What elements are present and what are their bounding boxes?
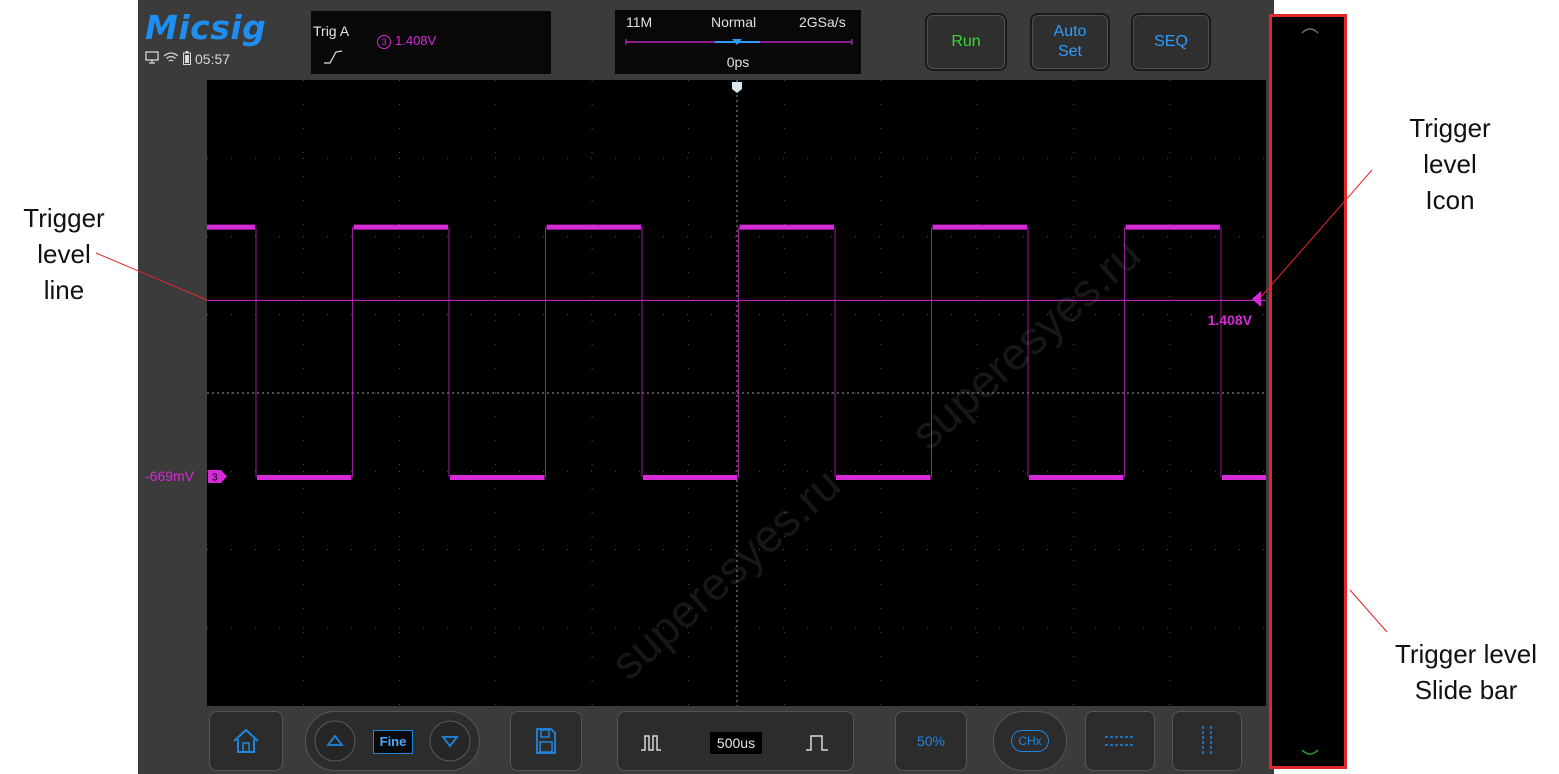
vertical-cursor-button[interactable] — [1172, 711, 1242, 771]
annotation-text: level — [1423, 149, 1477, 179]
trigger-level-slide-bar[interactable] — [1269, 14, 1347, 769]
home-button[interactable] — [209, 711, 283, 771]
trigger-50-percent-button[interactable]: 50% — [895, 711, 967, 771]
trigger-info-panel[interactable]: Trig A 3 1.408V — [311, 11, 551, 74]
channel-select-button[interactable]: CHx — [993, 711, 1067, 771]
annotation-text: Slide bar — [1414, 675, 1518, 705]
timebase-value: 500us — [710, 732, 762, 754]
brand-logo: Micsig — [145, 8, 267, 47]
clock: 05:57 — [195, 51, 231, 67]
auto-set-label-line1: Auto — [1053, 23, 1087, 40]
waveform-display[interactable]: 1.408V — [207, 80, 1266, 706]
save-button[interactable] — [510, 711, 582, 771]
save-icon — [536, 728, 556, 754]
sample-rate: 2GSa/s — [799, 14, 846, 30]
channel-3-marker-label: 3 — [212, 473, 218, 484]
timebase-control: 500us — [617, 711, 854, 771]
horizontal-cursor-icon — [1105, 736, 1135, 746]
battery-icon — [183, 50, 191, 68]
vertical-scale-control: Fine — [305, 711, 480, 771]
channel-3-ground-marker[interactable]: 3 — [208, 470, 228, 483]
annotation-trigger-level-line: Trigger level line — [0, 200, 128, 308]
slide-down-icon — [1301, 749, 1319, 755]
annotation-text: line — [43, 275, 85, 305]
timebase-decrease-icon[interactable] — [640, 732, 666, 752]
fine-toggle[interactable]: Fine — [373, 730, 413, 754]
timebase-info-panel[interactable]: 11M Normal 2GSa/s 0ps — [615, 10, 861, 74]
scale-down-button[interactable] — [424, 720, 474, 762]
waveform-canvas — [207, 80, 1266, 706]
trigger-level-readout: 1.408V — [1207, 312, 1252, 328]
channel-3-badge: 3 — [377, 35, 391, 49]
horizontal-cursor-button[interactable] — [1085, 711, 1155, 771]
monitor-icon — [145, 51, 159, 67]
annotation-trigger-level-icon: Trigger level Icon — [1370, 110, 1530, 218]
annotation-text: level — [37, 239, 91, 269]
annotation-text: Trigger — [1409, 113, 1491, 143]
brand-block: Micsig 05:57 — [145, 10, 305, 70]
trigger-level-value: 3 1.408V — [377, 33, 436, 49]
vertical-cursor-icon — [1202, 726, 1212, 756]
home-icon — [233, 728, 259, 753]
slide-up-icon — [1301, 28, 1319, 34]
trigger-position-marker — [732, 82, 742, 93]
memory-depth: 11M — [626, 14, 653, 30]
status-bar: 05:57 — [145, 50, 230, 68]
leader-line-slide-bar — [1349, 589, 1388, 633]
channel-offset-label: -669mV — [145, 468, 195, 484]
auto-set-button[interactable]: Auto Set — [1030, 13, 1110, 71]
scale-up-button[interactable] — [314, 720, 356, 762]
timebase-increase-icon[interactable] — [804, 732, 830, 752]
horizontal-position: 0ps — [726, 54, 750, 70]
trigger-label: Trig A — [313, 23, 350, 39]
trigger-level-text: 1.408V — [395, 33, 437, 48]
rising-edge-icon — [323, 49, 343, 70]
trigger-level-icon[interactable] — [1252, 291, 1262, 307]
annotation-trigger-level-slide-bar: Trigger level Slide bar — [1376, 636, 1556, 708]
annotation-text: Trigger — [23, 203, 105, 233]
wifi-icon — [163, 51, 179, 67]
acquisition-mode: Normal — [711, 14, 757, 30]
annotation-text: Trigger level — [1394, 639, 1538, 669]
annotation-text: Icon — [1425, 185, 1475, 215]
chx-label: CHx — [1011, 730, 1049, 752]
auto-set-label-line2: Set — [1057, 43, 1082, 60]
memory-position-bar[interactable] — [625, 38, 853, 46]
fifty-percent-label: 50% — [916, 733, 946, 749]
run-button[interactable]: Run — [925, 13, 1007, 71]
seq-button[interactable]: SEQ — [1131, 13, 1211, 71]
